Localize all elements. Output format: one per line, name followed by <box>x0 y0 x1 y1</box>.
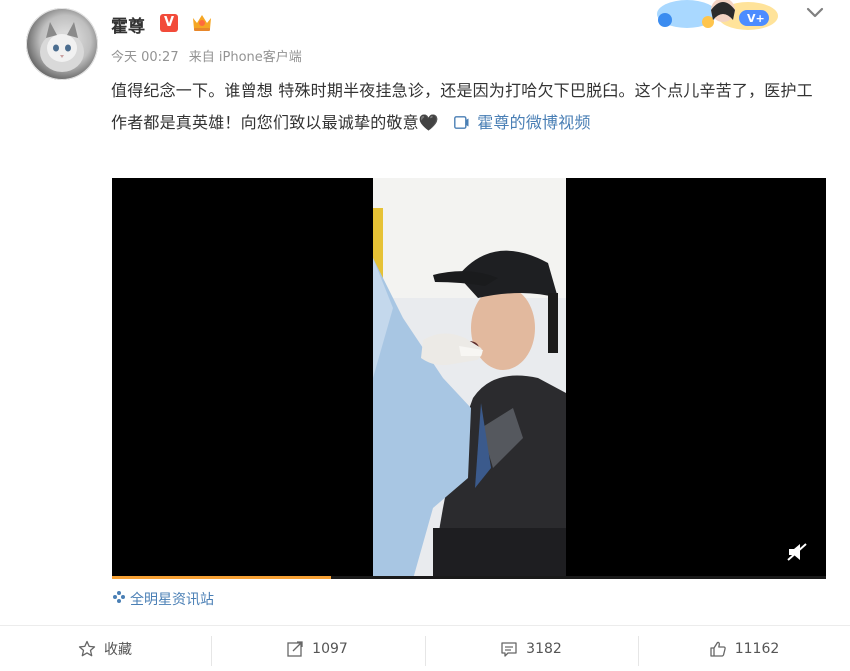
verified-badge-icon: V <box>160 14 178 32</box>
favorite-button[interactable]: 收藏 <box>0 626 210 671</box>
star-icon <box>78 640 96 656</box>
post-time[interactable]: 今天 00:27 <box>111 50 179 65</box>
mute-icon[interactable] <box>786 542 810 562</box>
author-name[interactable]: 霍尊 <box>111 12 145 37</box>
chevron-down-icon[interactable] <box>803 2 827 22</box>
vip-banner[interactable]: V+ <box>653 0 783 32</box>
source-link[interactable]: 全明星资讯站 <box>112 589 214 609</box>
video-frame <box>373 178 566 579</box>
crown-icon <box>190 11 214 33</box>
pinwheel-icon <box>112 590 130 608</box>
video-progress-fill <box>112 576 332 579</box>
post-via: 来自 iPhone客户端 <box>188 50 302 65</box>
video-icon[interactable] <box>449 116 473 132</box>
comment-count: 3182 <box>526 640 562 657</box>
source-name[interactable]: 全明星资讯站 <box>130 592 214 608</box>
repost-icon <box>287 640 303 657</box>
comment-button[interactable]: 3182 <box>426 626 636 671</box>
like-button[interactable]: 11162 <box>639 626 849 671</box>
video-player[interactable] <box>112 178 826 579</box>
post-text: 值得纪念一下。谁曾想 特殊时期半夜挂急诊，还是因为打哈欠下巴脱臼。这个点儿辛苦了… <box>111 75 826 140</box>
like-count: 11162 <box>734 640 780 657</box>
svg-text:V+: V+ <box>747 12 765 25</box>
repost-button[interactable]: 1097 <box>212 626 422 671</box>
thumbs-up-icon <box>710 641 726 657</box>
repost-count: 1097 <box>312 640 348 657</box>
post-meta: 今天 00:27 来自 iPhone客户端 <box>111 46 308 65</box>
avatar[interactable] <box>26 8 98 80</box>
video-link[interactable]: 霍尊的微博视频 <box>477 113 590 132</box>
comment-icon <box>501 641 517 657</box>
favorite-label: 收藏 <box>104 641 132 658</box>
action-bar: 收藏 1097 3182 11162 <box>0 626 850 671</box>
cat-avatar-icon <box>40 22 84 72</box>
